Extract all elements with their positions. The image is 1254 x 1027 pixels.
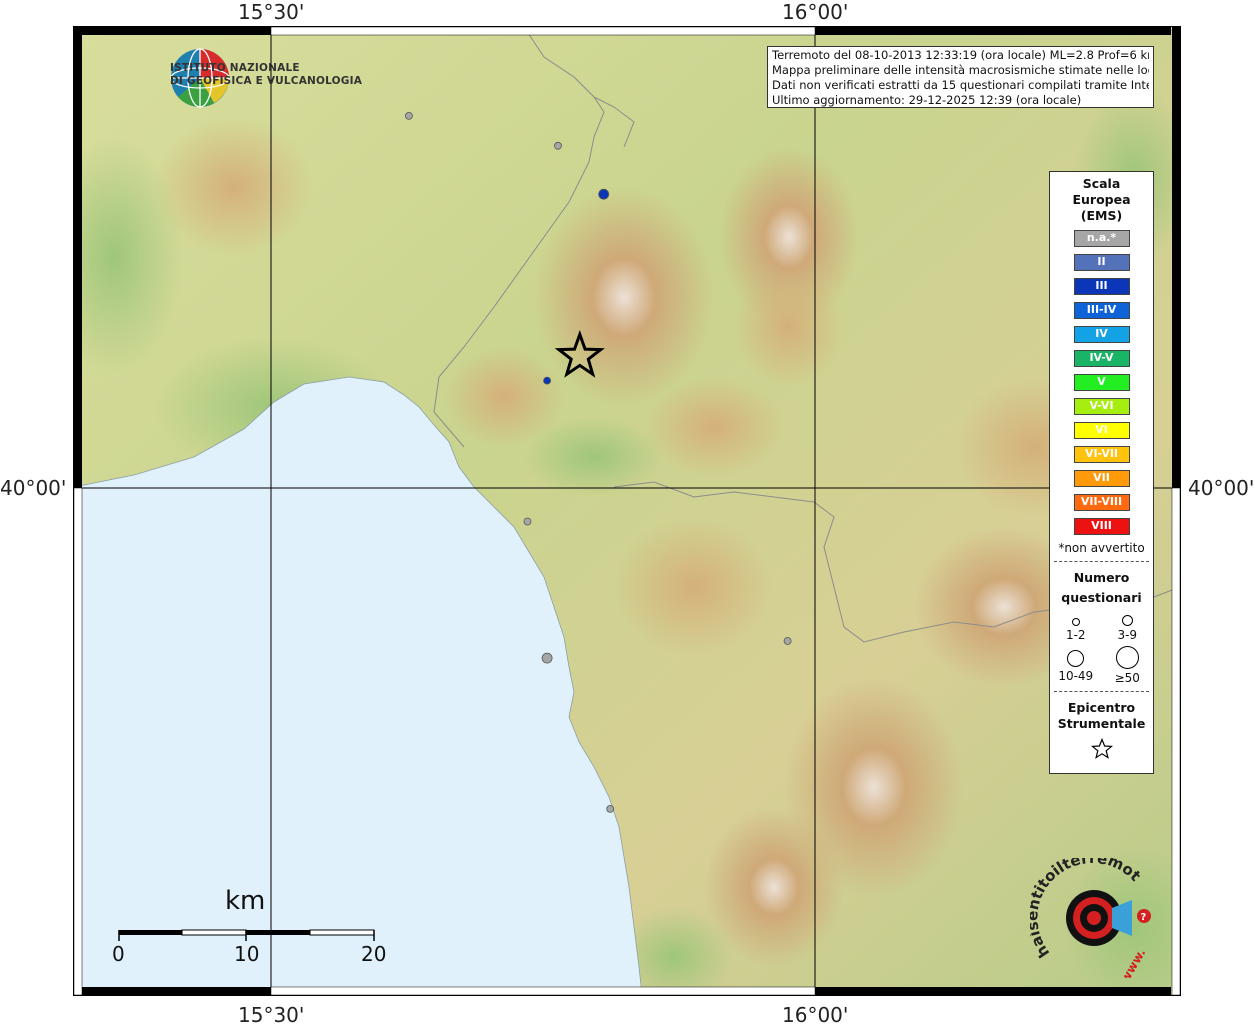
legend-size-label: 1-2 xyxy=(1065,628,1086,642)
intensity-marker[interactable] xyxy=(541,652,553,664)
intensity-marker[interactable] xyxy=(404,112,413,120)
legend-size-label: 3-9 xyxy=(1117,628,1138,642)
legend-count-title-1: Numero xyxy=(1073,570,1130,585)
info-line-2: Mappa preliminare delle intensità macros… xyxy=(772,63,1149,77)
legend-separator xyxy=(1054,561,1149,562)
legend-swatch: VIII xyxy=(1073,518,1130,535)
haisentito-logo: haisentitoilterremoto.it www. ? xyxy=(1030,858,1151,978)
info-line-1: Terremoto del 08-10-2013 12:33:19 (ora l… xyxy=(772,48,1149,62)
legend-title-3: (EMS) xyxy=(1080,208,1123,223)
lon-label-top-west: 15°30' xyxy=(238,0,305,24)
legend-separator xyxy=(1054,691,1149,692)
info-line-4: Ultimo aggiornamento: 29-12-2025 12:39 (… xyxy=(772,93,1082,107)
legend-swatch: IV-V xyxy=(1073,350,1130,367)
size-ring-icon xyxy=(1115,646,1139,669)
legend-title-2: Europea xyxy=(1072,192,1131,207)
intensity-marker[interactable] xyxy=(783,637,792,645)
intensity-marker[interactable] xyxy=(606,805,615,813)
intensity-marker[interactable] xyxy=(554,141,562,150)
legend-swatch: III-IV xyxy=(1073,302,1130,319)
ingv-line1: ISTITUTO NAZIONALE xyxy=(170,62,300,74)
haisentito-prefix: www. xyxy=(1118,946,1149,978)
scalebar-unit: km xyxy=(225,886,266,916)
legend-swatch: VI-VII xyxy=(1073,446,1130,463)
legend-title-1: Scala xyxy=(1082,176,1121,191)
lat-label-west: 40°00' xyxy=(0,476,67,500)
intensity-marker[interactable] xyxy=(543,376,552,385)
ingv-line2: DI GEOFISICA E VULCANOLOGIA xyxy=(170,75,363,87)
info-line-3: Dati non verificati estratti da 15 quest… xyxy=(772,78,1149,92)
scalebar-label-0: 0 xyxy=(112,942,125,966)
legend-size-10-49: 10-49 xyxy=(1050,646,1102,685)
legend-size-label: ≥50 xyxy=(1114,671,1140,685)
svg-text:?: ? xyxy=(1141,912,1147,923)
legend-size-3-9: 3-9 xyxy=(1102,612,1154,642)
legend-size-1-2: 1-2 xyxy=(1050,612,1102,642)
legend-intensity-scale: n.a.* II III III-IV IV IV-V V V-VI VI VI-VII VII VI… xyxy=(1050,230,1153,535)
legend-swatch: III xyxy=(1073,278,1130,295)
legend-swatch: V xyxy=(1073,374,1130,391)
size-ring-icon xyxy=(1071,618,1080,626)
legend-swatch: n.a.* xyxy=(1073,230,1130,247)
legend-note: *non avvertito xyxy=(1058,541,1145,555)
legend-panel: Scala Europea (EMS) n.a.* II III III-IV IV IV… xyxy=(1049,171,1154,774)
intensity-marker[interactable] xyxy=(598,188,610,200)
legend-size-label: 10-49 xyxy=(1058,669,1094,683)
lat-label-east: 40°00' xyxy=(1188,476,1254,500)
legend-swatch: II xyxy=(1073,254,1130,271)
legend-epicenter-title-2: Strumentale xyxy=(1057,716,1146,731)
map-canvas[interactable] xyxy=(74,27,1180,995)
lon-label-bottom-west: 15°30' xyxy=(238,1003,305,1027)
scalebar-label-10: 10 xyxy=(234,942,260,966)
legend-swatch: IV xyxy=(1073,326,1130,343)
legend-swatch: VII-VIII xyxy=(1073,494,1130,511)
star-icon xyxy=(1090,737,1113,759)
legend-swatch: V-VI xyxy=(1073,398,1130,415)
legend-size-50-plus: ≥50 xyxy=(1102,646,1154,685)
map-frame[interactable] xyxy=(73,26,1181,996)
legend-swatch: VII xyxy=(1073,470,1130,487)
size-ring-icon xyxy=(1067,650,1085,667)
intensity-marker[interactable] xyxy=(523,517,532,526)
legend-count-title-2: questionari xyxy=(1061,590,1142,605)
size-ring-icon xyxy=(1121,615,1133,626)
lon-label-top-east: 16°00' xyxy=(782,0,849,24)
legend-size-grid: 1-2 3-9 10-49 ≥50 xyxy=(1050,612,1153,685)
legend-swatch: VI xyxy=(1073,422,1130,439)
event-info-box: Terremoto del 08-10-2013 12:33:19 (ora l… xyxy=(767,46,1154,108)
ingv-logo-text: ISTITUTO NAZIONALE DI GEOFISICA E VULCAN… xyxy=(170,62,362,88)
scalebar-label-20: 20 xyxy=(361,942,387,966)
legend-epicenter-title-1: Epicentro xyxy=(1067,700,1136,715)
lon-label-bottom-east: 16°00' xyxy=(782,1003,849,1027)
